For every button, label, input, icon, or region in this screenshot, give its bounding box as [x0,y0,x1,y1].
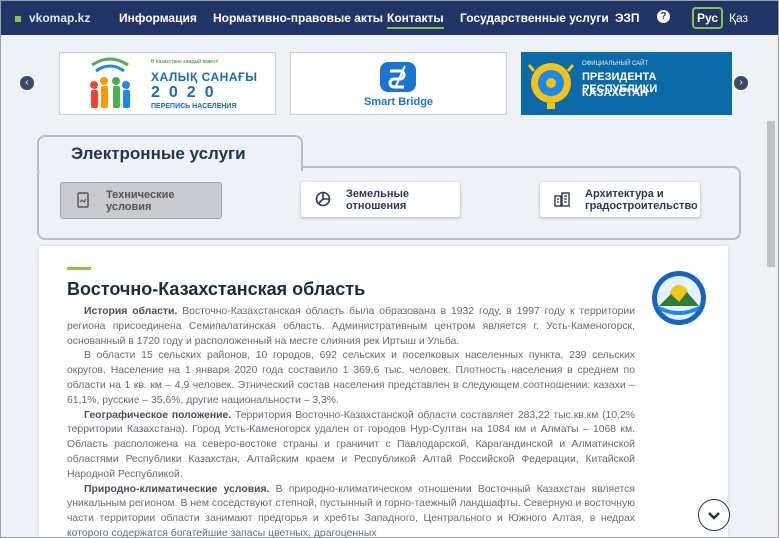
region-article: Восточно-Казахстанская область История о… [39,246,728,537]
scrollbar-thumb[interactable] [767,121,775,267]
document-icon [77,192,89,208]
banner-president[interactable]: ОФИЦИАЛЬНЫЙ САЙТ ПРЕЗИДЕНТА РЕСПУБЛИКИ К… [521,52,732,115]
article-body: История области. Восточно-Казахстанская … [67,305,635,537]
tab-join-mask [39,164,297,170]
census-year: 2020 [151,84,223,101]
article-paragraph-population: В области 15 сельских районов, 10 городо… [67,350,635,406]
article-paragraph-geography: Географическое положение. Территория Вос… [67,409,635,483]
buildings-icon [554,192,570,207]
census-title: ХАЛЫҚ САНАҒЫ [151,70,258,84]
banner-census-2020[interactable]: В Казахстане каждый важен! ХАЛЫҚ САНАҒЫ … [59,52,276,115]
help-icon[interactable]: ? [657,10,670,23]
nav-item-ezp[interactable]: ЭЗП [615,11,640,25]
service-technical-conditions-button[interactable]: Технические условия [60,182,222,219]
census-logo-icon [90,57,130,108]
banner-smart-bridge[interactable]: Smart Bridge [290,52,507,115]
lang-kz-button[interactable]: Қаз [729,11,748,25]
region-emblem-icon [652,271,706,325]
service-technical-line1: Технические [106,189,175,201]
lang-ru-button[interactable]: Рус [692,7,723,29]
page-scrollbar[interactable] [765,35,778,537]
article-title: Восточно-Казахстанская область [67,279,366,299]
kazakhstan-emblem-icon [528,63,574,109]
president-banner-country: КАЗАХСТАН [582,87,648,99]
title-accent-bar [67,267,91,270]
logo-square-icon [15,15,21,22]
carousel-next-icon[interactable]: › [734,76,748,90]
geography-heading: Географическое положение. [84,409,232,421]
service-architecture-button[interactable]: Архитектура и градостроительство [540,182,700,217]
smart-bridge-label: Smart Bridge [363,96,434,108]
service-architecture-line2: градостроительство [585,200,698,212]
service-land-relations-button[interactable]: Земельные отношения [301,182,460,217]
climate-heading: Природно-климатические условия. [84,483,270,495]
nav-item-info[interactable]: Информация [119,11,197,25]
logo-text: vkomap.kz [29,11,91,25]
scroll-down-button[interactable] [698,499,730,531]
census-tagline: В Казахстане каждый важен! [151,59,219,65]
service-land-line2: отношения [346,200,407,212]
nav-item-legal-acts[interactable]: Нормативно-правовые акты [213,11,383,25]
nav-item-public-services[interactable]: Государственные услуги [460,11,609,25]
census-subtitle: ПЕРЕПИСЬ НАСЕЛЕНИЯ [151,103,237,110]
president-banner-caption: ОФИЦИАЛЬНЫЙ САЙТ [582,61,649,67]
service-technical-line2: условия [106,201,152,213]
site-logo[interactable]: vkomap.kz [15,11,90,25]
e-services-title: Электронные услуги [71,144,246,163]
browser-viewport: vkomap.kz Информация Нормативно-правовые… [0,0,779,538]
nav-item-contacts[interactable]: Контакты [387,11,444,29]
smart-bridge-logo-icon [380,62,416,92]
service-architecture-line1: Архитектура и [585,188,664,200]
chevron-down-icon [708,512,720,520]
article-paragraph-climate: Природно-климатические условия. В природ… [67,483,635,537]
service-land-line1: Земельные [346,188,410,200]
pie-chart-icon [315,191,331,207]
article-paragraph-history: История области. Восточно-Казахстанская … [67,305,635,349]
history-heading: История области. [84,306,178,317]
top-nav: vkomap.kz Информация Нормативно-правовые… [1,1,778,35]
carousel-prev-icon[interactable]: ‹ [20,76,34,90]
